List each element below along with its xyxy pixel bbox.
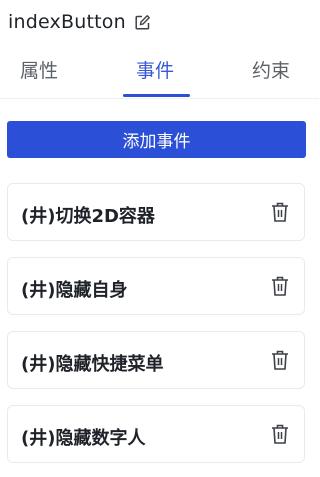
event-item[interactable]: (井)切换2D容器	[7, 183, 305, 241]
tab-bar: 属性 事件 约束	[0, 50, 319, 99]
event-item[interactable]: (井)隐藏自身	[7, 257, 305, 315]
event-label: (井)隐藏快捷菜单	[21, 354, 164, 375]
tab-properties[interactable]: 属性	[20, 56, 58, 83]
event-item[interactable]: (井)隐藏快捷菜单	[7, 331, 305, 389]
add-event-button[interactable]: 添加事件	[7, 121, 306, 158]
event-label: (井)切换2D容器	[21, 206, 155, 227]
event-item[interactable]: (井)隐藏数字人	[7, 405, 305, 463]
panel-header: indexButton	[8, 10, 151, 34]
trash-icon[interactable]	[270, 423, 290, 445]
event-label: (井)隐藏数字人	[21, 428, 146, 449]
trash-icon[interactable]	[270, 201, 290, 223]
edit-icon[interactable]	[134, 14, 151, 31]
component-name: indexButton	[8, 11, 126, 33]
trash-icon[interactable]	[270, 275, 290, 297]
event-label: (井)隐藏自身	[21, 280, 128, 301]
trash-icon[interactable]	[270, 349, 290, 371]
tab-events[interactable]: 事件	[136, 56, 174, 83]
tab-constraints[interactable]: 约束	[252, 56, 290, 83]
active-tab-indicator	[123, 94, 190, 97]
